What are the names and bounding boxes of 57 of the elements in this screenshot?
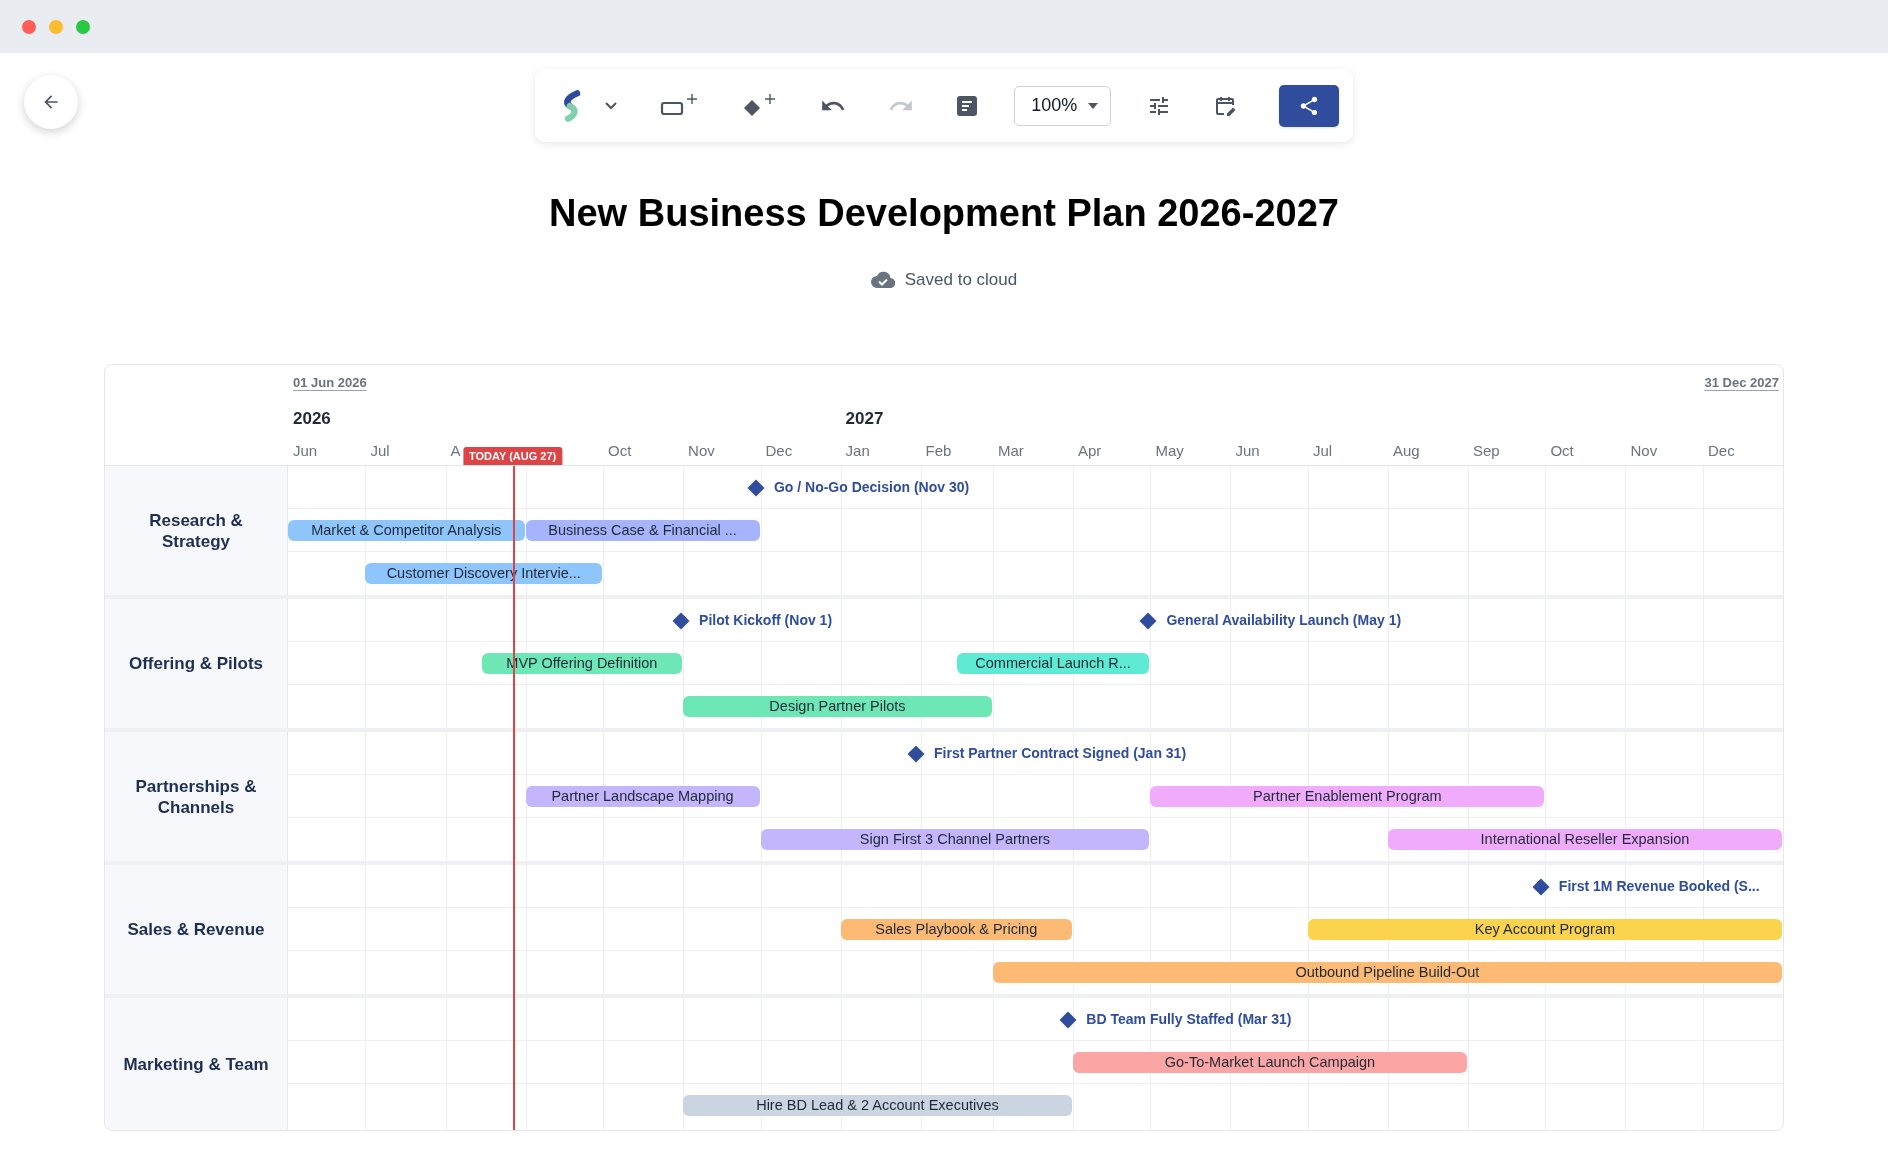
month-label: Dec — [765, 441, 793, 461]
milestone-label: General Availability Launch (May 1) — [1166, 611, 1402, 630]
milestone-label: BD Team Fully Staffed (Mar 31) — [1086, 1010, 1292, 1029]
task-bar: Go-To-Market Launch Campaign — [1072, 1052, 1467, 1073]
month-label: Feb — [925, 441, 952, 461]
milestone-label: First Partner Contract Signed (Jan 31) — [934, 744, 1187, 763]
month-label: May — [1155, 441, 1184, 461]
task-bar: Business Case & Financial ... — [525, 520, 760, 541]
month-label: Oct — [608, 441, 632, 461]
range-start-date: 01 Jun 2026 — [293, 374, 367, 392]
task-bar: Partner Landscape Mapping — [525, 786, 760, 807]
chevron-down-icon — [604, 100, 619, 111]
range-end-date: 31 Dec 2027 — [1704, 374, 1779, 392]
group-name: Partnerships & Channels — [134, 775, 258, 818]
month-label: Jul — [1312, 441, 1333, 461]
month-label: Oct — [1550, 441, 1574, 461]
month-label: A — [450, 441, 461, 461]
group-name: Marketing & Team — [123, 1054, 269, 1075]
task-bar: International Reseller Expansion — [1387, 829, 1782, 850]
zoom-value: 100% — [1031, 94, 1078, 117]
task-bar: Outbound Pipeline Build-Out — [992, 962, 1782, 983]
milestone-label: Pilot Kickoff (Nov 1) — [699, 611, 833, 630]
month-label: Apr — [1077, 441, 1102, 461]
milestone-label: Go / No-Go Decision (Nov 30) — [773, 478, 970, 497]
year-label: 2026 — [293, 408, 331, 430]
milestone-label: First 1M Revenue Booked (S... — [1558, 877, 1760, 896]
close-window-button[interactable] — [22, 19, 36, 34]
month-label: Dec — [1707, 441, 1735, 461]
month-label: Jan — [845, 441, 870, 461]
group-name: Offering & Pilots — [128, 653, 264, 674]
month-label: Aug — [1392, 441, 1420, 461]
save-status: Saved to cloud — [904, 269, 1018, 292]
task-bar: Market & Competitor Analysis — [288, 520, 525, 541]
today-badge: TODAY (AUG 27) — [463, 447, 563, 465]
task-bar: Sales Playbook & Pricing — [840, 919, 1072, 940]
notes-icon — [956, 94, 979, 117]
task-bar: Design Partner Pilots — [683, 696, 992, 717]
task-bar: Commercial Launch R... — [956, 653, 1150, 674]
cloud-check-icon — [870, 271, 895, 289]
month-label: Nov — [1630, 441, 1658, 461]
zoom-select[interactable]: 100% — [1014, 85, 1112, 126]
month-label: Sep — [1473, 441, 1500, 461]
page-title: New Business Development Plan 2026-2027 — [548, 191, 1340, 236]
share-button[interactable] — [1279, 84, 1339, 127]
task-bar: Sign First 3 Channel Partners — [760, 829, 1150, 850]
year-label: 2027 — [845, 408, 884, 430]
month-label: Jun — [293, 441, 318, 461]
task-bar: Hire BD Lead & 2 Account Executives — [683, 1095, 1072, 1116]
month-label: Mar — [997, 441, 1024, 461]
group-name: Research & Strategy — [148, 509, 244, 552]
month-label: Jun — [1235, 441, 1260, 461]
group-name: Sales & Revenue — [127, 919, 265, 940]
month-label: Nov — [688, 441, 715, 461]
task-bar: Partner Enablement Program — [1150, 786, 1545, 807]
caret-down-icon — [1088, 102, 1099, 109]
task-bar: Key Account Program — [1307, 919, 1782, 940]
month-label: Jul — [370, 441, 390, 461]
